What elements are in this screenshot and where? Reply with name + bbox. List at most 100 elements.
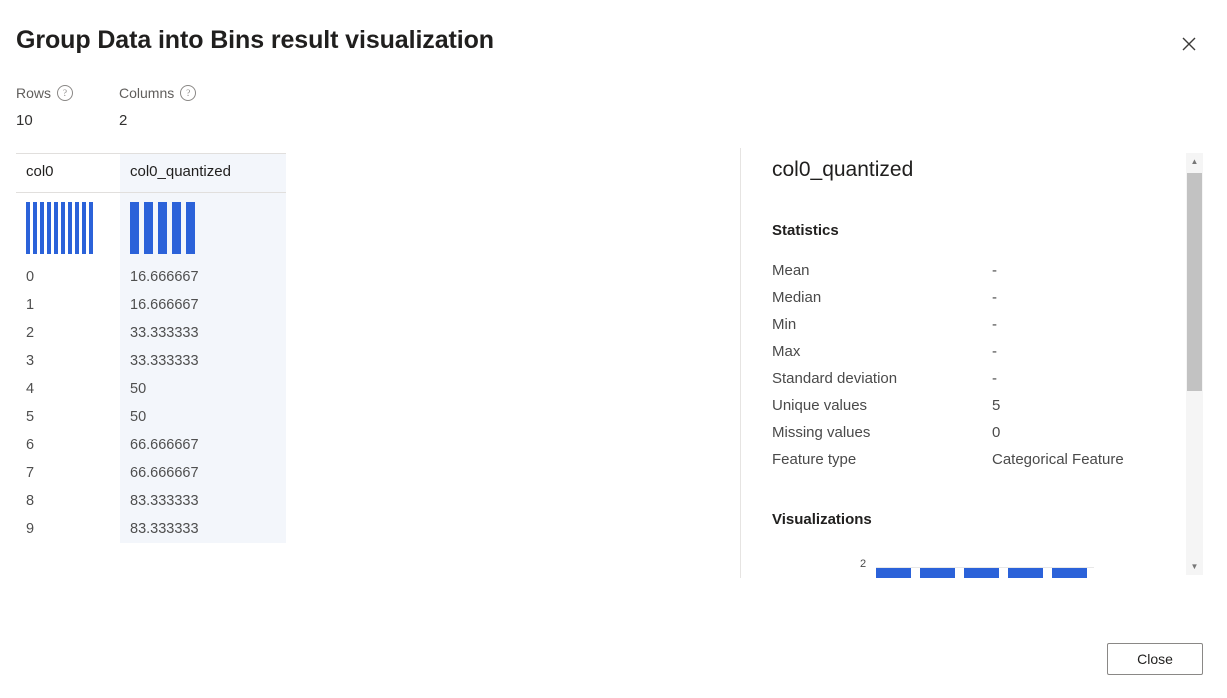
column-details-panel: col0_quantized Statistics Mean - Median - Mi… xyxy=(772,150,1172,578)
statistic-name: Standard deviation xyxy=(772,370,898,387)
statistic-name: Min xyxy=(772,316,797,333)
sparkline-col0 xyxy=(26,202,110,254)
sparkline-bar xyxy=(144,202,153,254)
statistic-row: Missing values 0 xyxy=(772,419,1172,446)
table-row[interactable]: 2 33.333333 xyxy=(16,319,286,347)
row-value-cell: 16.666667 xyxy=(120,291,286,319)
statistic-value: - xyxy=(992,343,997,360)
sparkline-bar xyxy=(47,202,51,254)
chart-bar xyxy=(1052,568,1087,578)
row-value-cell: 83.333333 xyxy=(120,515,286,543)
sparkline-bar xyxy=(40,202,44,254)
row-index-cell: 6 xyxy=(26,437,35,453)
table-row[interactable]: 8 83.333333 xyxy=(16,487,286,515)
statistic-row: Median - xyxy=(772,284,1172,311)
chart-bar xyxy=(876,568,911,578)
sparkline-bar xyxy=(158,202,167,254)
row-value-cell: 33.333333 xyxy=(120,319,286,347)
chart-bar xyxy=(920,568,955,578)
statistic-value: - xyxy=(992,316,997,333)
dataset-meta: Rows ? 10 Columns ? 2 xyxy=(16,84,242,129)
row-index-cell: 4 xyxy=(26,381,35,397)
sparkline-bar xyxy=(82,202,86,254)
meta-columns-label-text: Columns xyxy=(119,85,175,101)
sparkline-bar xyxy=(26,202,30,254)
statistic-row: Feature type Categorical Feature xyxy=(772,446,1172,473)
table-row[interactable]: 7 66.666667 xyxy=(16,459,286,487)
help-icon[interactable]: ? xyxy=(57,85,74,101)
details-column-name: col0_quantized xyxy=(772,158,914,181)
close-button[interactable]: Close xyxy=(1107,643,1203,675)
row-index-cell: 8 xyxy=(26,493,35,509)
meta-rows-label-text: Rows xyxy=(16,85,52,101)
column-header-col0[interactable]: col0 xyxy=(16,153,120,193)
meta-columns-value: 2 xyxy=(119,112,128,129)
statistic-name: Max xyxy=(772,343,801,360)
statistic-value: - xyxy=(992,370,997,387)
panel-divider xyxy=(740,148,741,578)
chart-bar xyxy=(1008,568,1043,578)
sparkline-bar xyxy=(75,202,79,254)
table-header-row: col0 col0_quantized xyxy=(16,153,286,193)
row-value-cell: 50 xyxy=(120,403,286,431)
details-scrollbar[interactable]: ▲ ▼ xyxy=(1186,153,1203,575)
sparkline-bar xyxy=(33,202,37,254)
sparkline-col0-cell xyxy=(16,193,120,264)
help-icon[interactable]: ? xyxy=(180,85,197,101)
row-index-cell: 7 xyxy=(26,465,35,481)
sparkline-bar xyxy=(61,202,65,254)
statistic-value: - xyxy=(992,262,997,279)
sparkline-col0-quantized-cell xyxy=(120,192,286,263)
meta-rows-label: Rows ? xyxy=(16,84,74,102)
statistic-value: Categorical Feature xyxy=(992,451,1124,468)
statistic-row: Max - xyxy=(772,338,1172,365)
statistic-row: Mean - xyxy=(772,257,1172,284)
statistics-list: Mean - Median - Min - Max - Standard deviation - U… xyxy=(772,257,1172,473)
statistics-heading: Statistics xyxy=(772,222,839,239)
table-body xyxy=(16,192,286,264)
distribution-bar-chart: 2 xyxy=(772,558,1172,578)
table-row[interactable]: 1 16.666667 xyxy=(16,291,286,319)
table-row[interactable]: 3 33.333333 xyxy=(16,347,286,375)
meta-rows-value: 10 xyxy=(16,112,33,129)
statistic-name: Missing values xyxy=(772,424,871,441)
row-value-cell: 66.666667 xyxy=(120,431,286,459)
scrollbar-thumb[interactable] xyxy=(1187,173,1202,391)
close-x-icon[interactable] xyxy=(1173,28,1205,60)
sparkline-row xyxy=(16,192,286,264)
table-rows: 0 16.666667 1 16.666667 2 33.333333 3 33.333333… xyxy=(16,263,286,543)
data-table: col0 col0_quantized 0 16.666667 1 16.666667… xyxy=(16,153,286,543)
table-row[interactable]: 4 50 xyxy=(16,375,286,403)
row-index-cell: 1 xyxy=(26,297,35,313)
statistic-name: Mean xyxy=(772,262,810,279)
row-value-cell: 50 xyxy=(120,375,286,403)
row-value-cell: 16.666667 xyxy=(120,263,286,291)
meta-columns: Columns ? 2 xyxy=(119,84,197,129)
row-value-cell: 83.333333 xyxy=(120,487,286,515)
statistic-value: 5 xyxy=(992,397,1001,414)
column-header-col0-quantized[interactable]: col0_quantized xyxy=(120,153,286,193)
chart-bars xyxy=(876,568,1087,578)
statistic-name: Unique values xyxy=(772,397,868,414)
statistic-value: 0 xyxy=(992,424,1001,441)
meta-rows: Rows ? 10 xyxy=(16,84,74,129)
table-row[interactable]: 0 16.666667 xyxy=(16,263,286,291)
chart-bar xyxy=(964,568,999,578)
table-row[interactable]: 9 83.333333 xyxy=(16,515,286,543)
sparkline-bar xyxy=(68,202,72,254)
sparkline-bar xyxy=(89,202,93,254)
row-value-cell: 66.666667 xyxy=(120,459,286,487)
visualizations-heading: Visualizations xyxy=(772,511,872,528)
meta-columns-label: Columns ? xyxy=(119,84,197,102)
statistic-value: - xyxy=(992,289,997,306)
sparkline-bar xyxy=(54,202,58,254)
table-row[interactable]: 5 50 xyxy=(16,403,286,431)
row-index-cell: 9 xyxy=(26,521,35,537)
statistic-name: Median xyxy=(772,289,822,306)
sparkline-bar xyxy=(130,202,139,254)
sparkline-bar xyxy=(172,202,181,254)
scroll-down-arrow-icon[interactable]: ▼ xyxy=(1186,558,1203,575)
table-row[interactable]: 6 66.666667 xyxy=(16,431,286,459)
row-index-cell: 5 xyxy=(26,409,35,425)
scroll-up-arrow-icon[interactable]: ▲ xyxy=(1186,153,1203,170)
